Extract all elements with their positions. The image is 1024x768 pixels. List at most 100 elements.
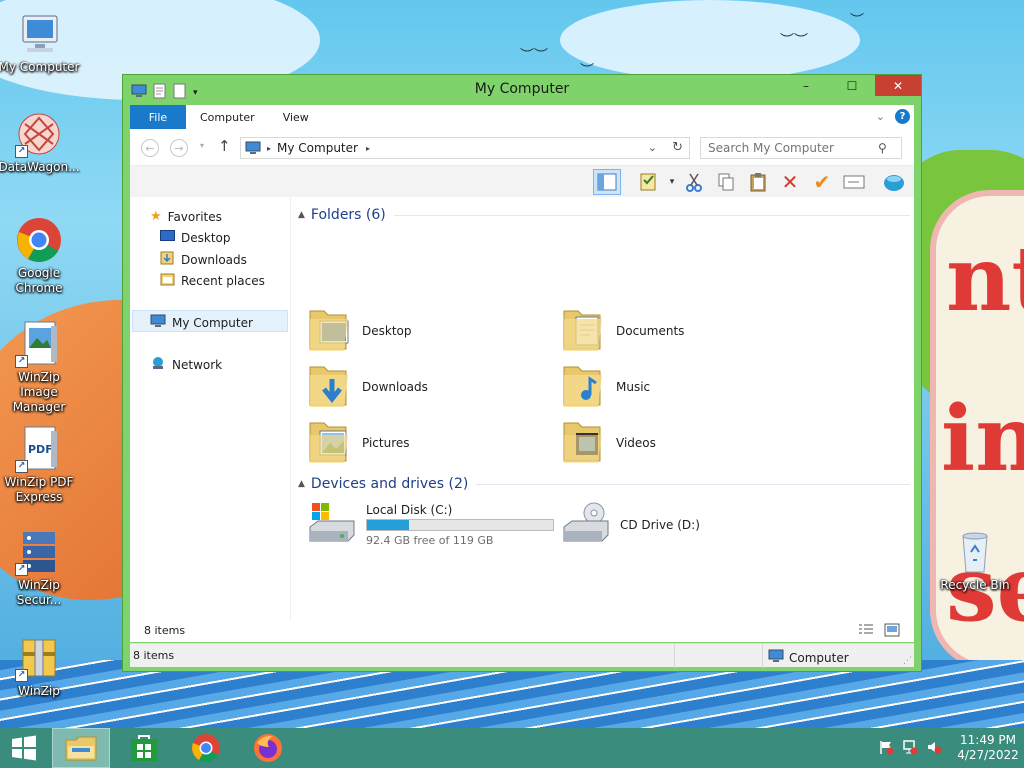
winzip-secure-icon: ↗ [15,528,63,576]
address-bar-row: ← → ▾ ↑ ▸ My Computer ▸ ⌄ ↻ ⚲ [130,129,914,165]
desktop-icon-winzip-secure[interactable]: ↗ WinZip Secur... [0,528,78,608]
tab-computer[interactable]: Computer [186,105,269,129]
maximize-button[interactable]: ☐ [829,75,875,96]
desktop-icon-winzip-image-manager[interactable]: ↗ WinZip Image Manager [0,320,78,415]
desktop-icon-datawagon[interactable]: ↗ DataWagon... [0,110,80,175]
breadcrumb-chevron-icon[interactable]: ▸ [267,144,271,153]
nav-network[interactable]: Network [150,356,222,373]
drives-group-header[interactable]: ▲ Devices and drives (2) [298,476,910,492]
nav-recent-places[interactable]: Recent places [160,272,265,289]
desktop-icon-label: WinZip PDF Express [4,475,74,504]
videos-folder-icon [562,417,606,468]
desktop-icon-label: WinZip Image Manager [12,370,66,414]
folders-group-header[interactable]: ▲ Folders (6) [298,207,910,223]
help-icon[interactable]: ? [895,109,910,124]
network-status-icon[interactable] [902,739,918,758]
nav-downloads[interactable]: Downloads [160,251,247,268]
drive-free-space: 92.4 GB free of 119 GB [366,533,494,547]
desktop-icon-label: Recycle Bin [940,578,1010,592]
drive-name: CD Drive (D:) [620,517,700,532]
folder-name: Desktop [362,323,412,338]
folder-tile-videos[interactable]: Videos [562,417,656,468]
item-count: 8 items [144,624,186,637]
forward-button[interactable]: → [170,139,188,157]
taskbar-chrome[interactable] [178,728,234,768]
back-button[interactable]: ← [141,139,159,157]
desktop-icon-my-computer[interactable]: My Computer [0,10,79,75]
tab-view[interactable]: View [269,105,323,129]
desktop-icon-chrome[interactable]: Google Chrome [0,216,78,296]
breadcrumb-location[interactable]: My Computer [277,141,358,155]
search-input[interactable] [708,141,878,155]
cd-drive-icon [562,501,610,548]
network-globe-icon[interactable] [880,169,908,195]
folder-tile-music[interactable]: Music [562,361,650,412]
drive-tile-cd-drive[interactable]: CD Drive (D:) [562,501,700,548]
chrome-icon [15,216,63,264]
collapse-arrow-icon[interactable]: ▲ [298,479,305,489]
nav-downloads-label: Downloads [181,252,247,267]
preview-pane-icon[interactable] [593,169,621,195]
refresh-icon[interactable]: ↻ [672,140,683,155]
hard-drive-icon [308,501,356,548]
taskbar-clock[interactable]: 11:49 PM 4/27/2022 [952,733,1024,763]
firefox-icon [254,734,282,762]
folder-name: Documents [616,323,685,338]
action-center-flag-icon[interactable] [878,739,894,758]
taskbar-store[interactable] [116,728,172,768]
svg-text:PDF: PDF [28,443,53,456]
winzip-icon: ↗ [15,634,63,682]
windows-logo-icon [12,735,36,761]
folder-tile-downloads[interactable]: Downloads [308,361,428,412]
computer-small-icon [150,314,166,331]
explorer-window: ▾ My Computer – ☐ ✕ File Computer View ⌄… [122,74,922,672]
resize-grip-icon[interactable]: ⋰ [903,656,912,666]
address-dropdown-icon[interactable]: ⌄ [648,141,657,154]
desktop-icon-recycle-bin[interactable]: Recycle Bin [936,528,1014,593]
taskbar-firefox[interactable] [240,728,296,768]
downloads-folder-icon [308,361,352,412]
taskbar-file-explorer[interactable] [52,728,110,768]
drive-tile-local-disk[interactable]: Local Disk (C:) 92.4 GB free of 119 GB [308,501,554,548]
desktop-icon-winzip[interactable]: ↗ WinZip [0,634,78,699]
recent-locations-icon[interactable]: ▾ [200,141,204,150]
window-controls: – ☐ ✕ [783,75,921,96]
up-button[interactable]: ↑ [218,137,231,155]
drive-usage-bar [366,518,554,531]
close-button[interactable]: ✕ [875,75,921,96]
nav-my-computer[interactable]: My Computer [150,314,253,331]
minimize-button[interactable]: – [783,75,829,96]
expand-ribbon-icon[interactable]: ⌄ [876,110,885,123]
delete-icon[interactable]: ✕ [776,169,804,195]
group-divider [393,214,910,216]
folder-tile-desktop[interactable]: Desktop [308,305,412,356]
tab-file[interactable]: File [130,105,186,129]
drive-usage-fill [367,519,409,530]
desktop-icon-winzip-pdf-express[interactable]: PDF ↗ WinZip PDF Express [0,425,78,505]
start-button[interactable] [0,728,48,768]
computer-small-icon [768,649,784,666]
nav-favorites[interactable]: ★ Favorites [150,209,222,224]
tiles-view-icon[interactable] [884,623,900,640]
address-box[interactable]: ▸ My Computer ▸ ⌄ ↻ [240,137,690,159]
status-location-label: Computer [789,650,849,665]
explorer-content: ★ Favorites Desktop Downloads Recent pla… [130,197,914,642]
folder-tile-pictures[interactable]: Pictures [308,417,410,468]
copy-icon[interactable] [712,169,740,195]
search-icon[interactable]: ⚲ [878,141,887,155]
volume-muted-icon[interactable] [926,739,942,758]
nav-desktop[interactable]: Desktop [160,230,231,245]
rename-icon[interactable] [840,169,868,195]
title-bar[interactable]: ▾ My Computer – ☐ ✕ [123,75,921,105]
breadcrumb-chevron-icon[interactable]: ▸ [366,144,370,153]
cut-icon[interactable] [680,169,708,195]
datawagon-icon: ↗ [15,110,63,158]
search-box[interactable]: ⚲ [700,137,902,159]
group-divider [476,483,910,485]
select-icon[interactable]: ✔ [808,169,836,195]
paste-icon[interactable] [744,169,772,195]
details-view-icon[interactable] [858,623,874,640]
collapse-arrow-icon[interactable]: ▲ [298,210,305,220]
navigation-pane: ★ Favorites Desktop Downloads Recent pla… [130,197,290,642]
folder-tile-documents[interactable]: Documents [562,305,684,356]
